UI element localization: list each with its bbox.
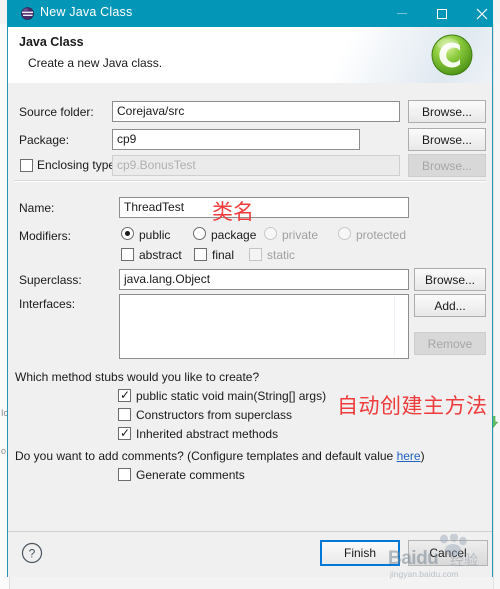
section-separator: [14, 180, 486, 182]
interfaces-add-button[interactable]: Add...: [414, 294, 486, 317]
cancel-button[interactable]: Cancel: [408, 540, 488, 566]
stub-checkbox-inherited[interactable]: ✓: [118, 427, 131, 440]
comments-question: Do you want to add comments? (Configure …: [15, 449, 425, 463]
modifier-label-abstract: abstract: [139, 248, 182, 262]
minimize-button[interactable]: [385, 0, 418, 27]
package-label: Package:: [19, 133, 70, 147]
annotation-class-name: 类名: [212, 200, 254, 224]
check-mark-icon: ✓: [120, 426, 131, 440]
superclass-label: Superclass:: [19, 273, 82, 287]
modifier-label-public: public: [139, 228, 171, 242]
radio-dot: [125, 231, 130, 236]
source-folder-browse-button[interactable]: Browse...: [408, 100, 486, 123]
background-ghost-text-2: o: [1, 446, 7, 456]
screenshot-root: Ic o New Java Class Java Class Create a …: [0, 0, 500, 589]
enclosing-type-browse-button: Browse...: [408, 154, 486, 177]
superclass-input[interactable]: java.lang.Object: [119, 269, 409, 290]
modifier-label-protected: protected: [356, 228, 407, 242]
dialog-title: New Java Class: [40, 5, 133, 19]
enclosing-type-label: Enclosing type:: [37, 158, 119, 172]
dialog-titlebar: New Java Class: [7, 0, 493, 27]
dialog-body: Source folder: Corejava/src Browse... Pa…: [8, 83, 492, 531]
method-stubs-question: Which method stubs would you like to cre…: [15, 370, 260, 384]
modifier-label-static: static: [267, 248, 296, 262]
dialog-header: Java Class Create a new Java class.: [8, 27, 492, 84]
modifier-radio-protected: [338, 227, 351, 240]
stub-label-constructors: Constructors from superclass: [136, 408, 293, 422]
close-button[interactable]: [465, 0, 498, 27]
modifier-checkbox-abstract[interactable]: [121, 248, 134, 261]
modifier-label-final: final: [212, 248, 235, 262]
header-title: Java Class: [19, 35, 84, 49]
superclass-browse-button[interactable]: Browse...: [414, 268, 486, 291]
modifier-checkbox-final[interactable]: [194, 248, 207, 261]
stub-checkbox-constructors[interactable]: [118, 408, 131, 421]
name-input[interactable]: ThreadTest: [119, 197, 409, 218]
interfaces-remove-button: Remove: [414, 332, 486, 355]
help-icon[interactable]: ?: [21, 542, 43, 564]
name-label: Name:: [19, 201, 55, 215]
modifier-radio-public[interactable]: [121, 227, 134, 240]
stub-label-main: public static void main(String[] args): [136, 389, 327, 403]
maximize-button[interactable]: [425, 0, 458, 27]
source-folder-label: Source folder:: [19, 105, 94, 119]
close-icon: [476, 8, 487, 19]
ide-right-panel: [493, 24, 500, 589]
configure-templates-link[interactable]: here: [397, 449, 421, 463]
package-browse-button[interactable]: Browse...: [408, 128, 486, 151]
stub-checkbox-main[interactable]: ✓: [118, 389, 131, 402]
svg-text:?: ?: [29, 547, 36, 561]
modifiers-label: Modifiers:: [19, 229, 72, 243]
dialog-footer: ? Finish Cancel: [8, 531, 492, 577]
modifier-label-private: private: [282, 228, 319, 242]
annotation-main-method: 自动创建主方法: [337, 394, 488, 418]
comments-question-prefix: Do you want to add comments? (Configure …: [15, 449, 397, 463]
generate-comments-label: Generate comments: [136, 468, 245, 482]
package-input[interactable]: cp9: [112, 129, 360, 150]
modifier-checkbox-static: [249, 248, 262, 261]
interfaces-list-divider: [394, 296, 395, 357]
maximize-icon: [436, 8, 447, 19]
header-subtitle: Create a new Java class.: [28, 56, 163, 70]
enclosing-type-input: cp9.BonusTest: [112, 155, 400, 176]
modifier-radio-package[interactable]: [193, 227, 206, 240]
stub-label-inherited: Inherited abstract methods: [136, 427, 279, 441]
source-folder-input[interactable]: Corejava/src: [112, 101, 400, 122]
generate-comments-checkbox[interactable]: [118, 468, 131, 481]
enclosing-type-checkbox[interactable]: [20, 159, 33, 172]
finish-button[interactable]: Finish: [320, 540, 400, 566]
modifier-label-package: package: [211, 228, 257, 242]
interfaces-listbox[interactable]: [119, 294, 409, 359]
interfaces-label: Interfaces:: [19, 297, 76, 311]
eclipse-java-icon: [21, 7, 34, 20]
eclipse-c-logo: [430, 33, 474, 77]
modifier-radio-private: [264, 227, 277, 240]
minimize-icon: [396, 13, 407, 14]
comments-question-suffix: ): [420, 449, 425, 463]
check-mark-icon: ✓: [120, 388, 131, 402]
